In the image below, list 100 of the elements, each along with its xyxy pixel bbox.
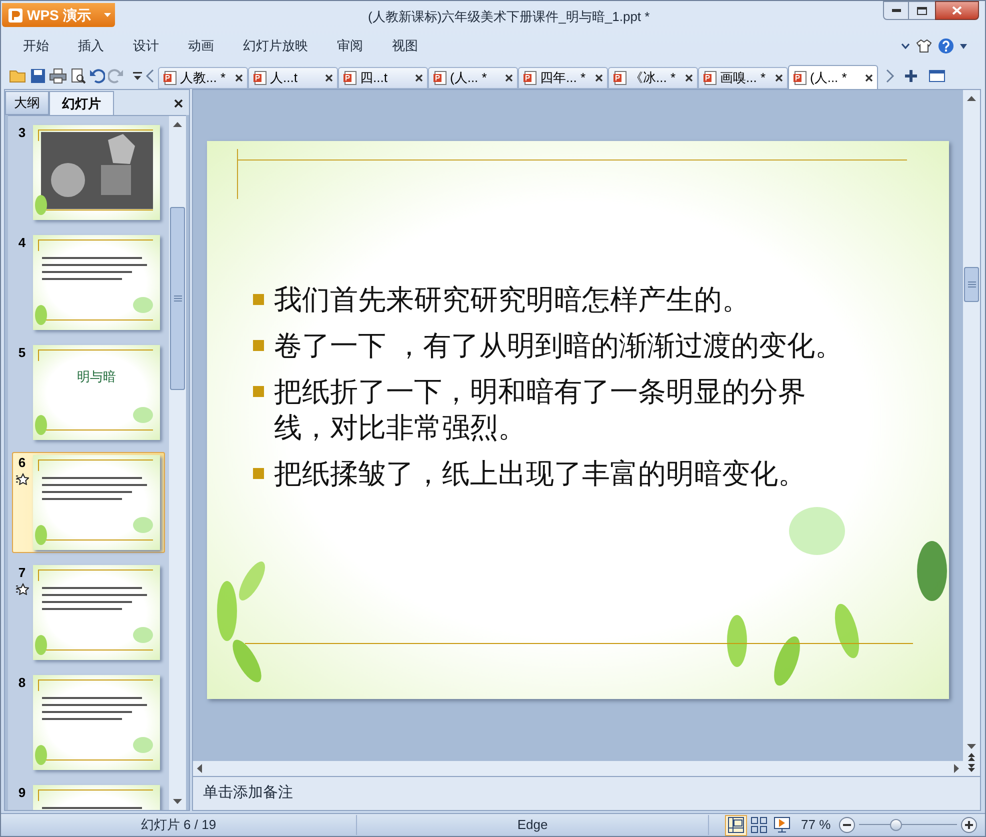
- view-button[interactable]: [748, 814, 770, 836]
- maximize-icon: [917, 6, 927, 14]
- tab-label: 人...t: [270, 69, 298, 88]
- close-icon[interactable]: [595, 74, 603, 82]
- view-button[interactable]: [771, 814, 793, 836]
- caret-icon[interactable]: [960, 44, 967, 48]
- slide-number: 4: [18, 235, 26, 251]
- horizontal-scrollbar[interactable]: [193, 761, 963, 776]
- save-icon[interactable]: [30, 68, 46, 84]
- window-list-icon[interactable]: [929, 70, 945, 82]
- menu-item[interactable]: 动画: [188, 36, 214, 56]
- bullet-text: 卷了一下 ，有了从明到暗的渐渐过渡的变化。: [274, 328, 843, 364]
- help-icon[interactable]: [938, 38, 954, 54]
- close-icon[interactable]: [325, 74, 333, 82]
- slide-title: 明与暗: [76, 368, 117, 386]
- close-icon[interactable]: [415, 74, 423, 82]
- scroll-thumb[interactable]: [964, 267, 979, 302]
- plus-icon[interactable]: [904, 69, 918, 83]
- panel-tab[interactable]: 幻灯片: [49, 91, 114, 115]
- menu-item[interactable]: 视图: [392, 36, 418, 56]
- zoom-slider[interactable]: [858, 818, 957, 832]
- bullet-icon: [253, 386, 264, 397]
- tab-label: 人教... *: [180, 69, 227, 88]
- bullet-text: 我们首先来研究研究明暗怎样产生的。: [274, 282, 750, 318]
- previous-slide-icon[interactable]: [968, 753, 975, 761]
- bullet-text: 把纸折了一下，明和暗有了一条明显的分界线，对比非常强烈。: [274, 374, 807, 446]
- window-title: (人教新课标)六年级美术下册课件_明与暗_1.ppt *: [368, 8, 650, 26]
- maximize-button[interactable]: [909, 1, 935, 20]
- close-icon[interactable]: [775, 74, 783, 82]
- slide-thumbnail[interactable]: 6: [12, 452, 165, 553]
- zoom-in-icon[interactable]: [960, 817, 977, 833]
- close-icon[interactable]: [505, 74, 513, 82]
- scroll-down-icon[interactable]: [173, 799, 182, 804]
- undo-icon[interactable]: [89, 68, 105, 84]
- presentation-icon: [343, 71, 357, 85]
- bullet-text: 把纸揉皱了，纸上出现了丰富的明暗变化。: [274, 456, 806, 492]
- scroll-thumb[interactable]: [170, 207, 185, 390]
- menu-item[interactable]: 幻灯片放映: [243, 36, 308, 56]
- close-icon: [952, 6, 962, 15]
- document-tab[interactable]: 四年... *: [518, 67, 608, 89]
- document-tab[interactable]: 《冰... *: [608, 67, 698, 89]
- slide-number: 8: [18, 675, 26, 691]
- slideshow-icon: [774, 817, 790, 833]
- bullet-icon: [253, 294, 264, 305]
- scroll-up-icon[interactable]: [967, 96, 976, 101]
- printer-icon[interactable]: [49, 68, 67, 84]
- document-tab[interactable]: 画嗅... *: [698, 67, 788, 89]
- normal-view-icon: [728, 817, 744, 833]
- document-tab[interactable]: 四...t: [338, 67, 428, 89]
- tab-label: 四...t: [360, 69, 388, 88]
- menu-item[interactable]: 审阅: [337, 36, 363, 56]
- document-tab[interactable]: 人...t: [248, 67, 338, 89]
- close-icon[interactable]: [865, 74, 873, 82]
- scroll-right-icon[interactable]: [885, 69, 895, 83]
- slide-number: 6: [18, 455, 26, 471]
- minimize-button[interactable]: [883, 1, 909, 20]
- notes-field[interactable]: 单击添加备注: [203, 782, 293, 805]
- menu-item[interactable]: 开始: [23, 36, 49, 56]
- grid-view-icon: [751, 817, 767, 833]
- vertical-scrollbar[interactable]: [963, 90, 980, 776]
- menu-item[interactable]: 设计: [133, 36, 159, 56]
- view-button[interactable]: [725, 814, 747, 836]
- close-icon[interactable]: [235, 74, 243, 82]
- presentation-icon: [793, 70, 807, 84]
- zoom-out-icon[interactable]: [838, 817, 855, 833]
- presentation-icon: [163, 71, 177, 85]
- theme-name: Edge: [357, 815, 709, 835]
- slide-number: 5: [18, 345, 26, 361]
- slide-number: 9: [18, 785, 26, 801]
- scrollbar[interactable]: [169, 116, 186, 810]
- dropdown-icon[interactable]: [133, 72, 142, 80]
- zoom-level: 77 %: [801, 816, 831, 834]
- presentation-icon: [613, 71, 627, 85]
- slider-thumb[interactable]: [890, 819, 902, 831]
- tab-label: 《冰... *: [630, 69, 677, 88]
- bullet-icon: [253, 468, 264, 479]
- close-icon[interactable]: [174, 99, 183, 108]
- panel-tab[interactable]: 大纲: [5, 91, 49, 115]
- presentation-icon: [523, 71, 537, 85]
- scroll-up-icon[interactable]: [173, 122, 182, 127]
- scroll-left-icon[interactable]: [197, 764, 202, 773]
- scroll-right-icon[interactable]: [954, 764, 959, 773]
- document-tab[interactable]: 人教... *: [158, 67, 248, 89]
- print-preview-icon[interactable]: [70, 68, 86, 84]
- slide-count: 幻灯片 6 / 19: [1, 815, 357, 835]
- chevron-icon[interactable]: [901, 43, 910, 49]
- shirt-icon[interactable]: [916, 39, 932, 53]
- tab-label: 画嗅... *: [720, 69, 767, 88]
- document-tab[interactable]: (人... *: [428, 67, 518, 89]
- close-icon[interactable]: [685, 74, 693, 82]
- close-button[interactable]: [935, 1, 979, 20]
- menu-item[interactable]: 插入: [78, 36, 104, 56]
- next-slide-icon[interactable]: [968, 764, 975, 772]
- logo-icon: [8, 8, 23, 22]
- minimize-icon: [892, 9, 900, 12]
- scroll-down-icon[interactable]: [967, 744, 976, 749]
- document-tab[interactable]: (人... *: [788, 65, 878, 89]
- presentation-icon: [703, 71, 717, 85]
- tab-label: (人... *: [810, 68, 848, 87]
- grip-icon: [174, 295, 182, 302]
